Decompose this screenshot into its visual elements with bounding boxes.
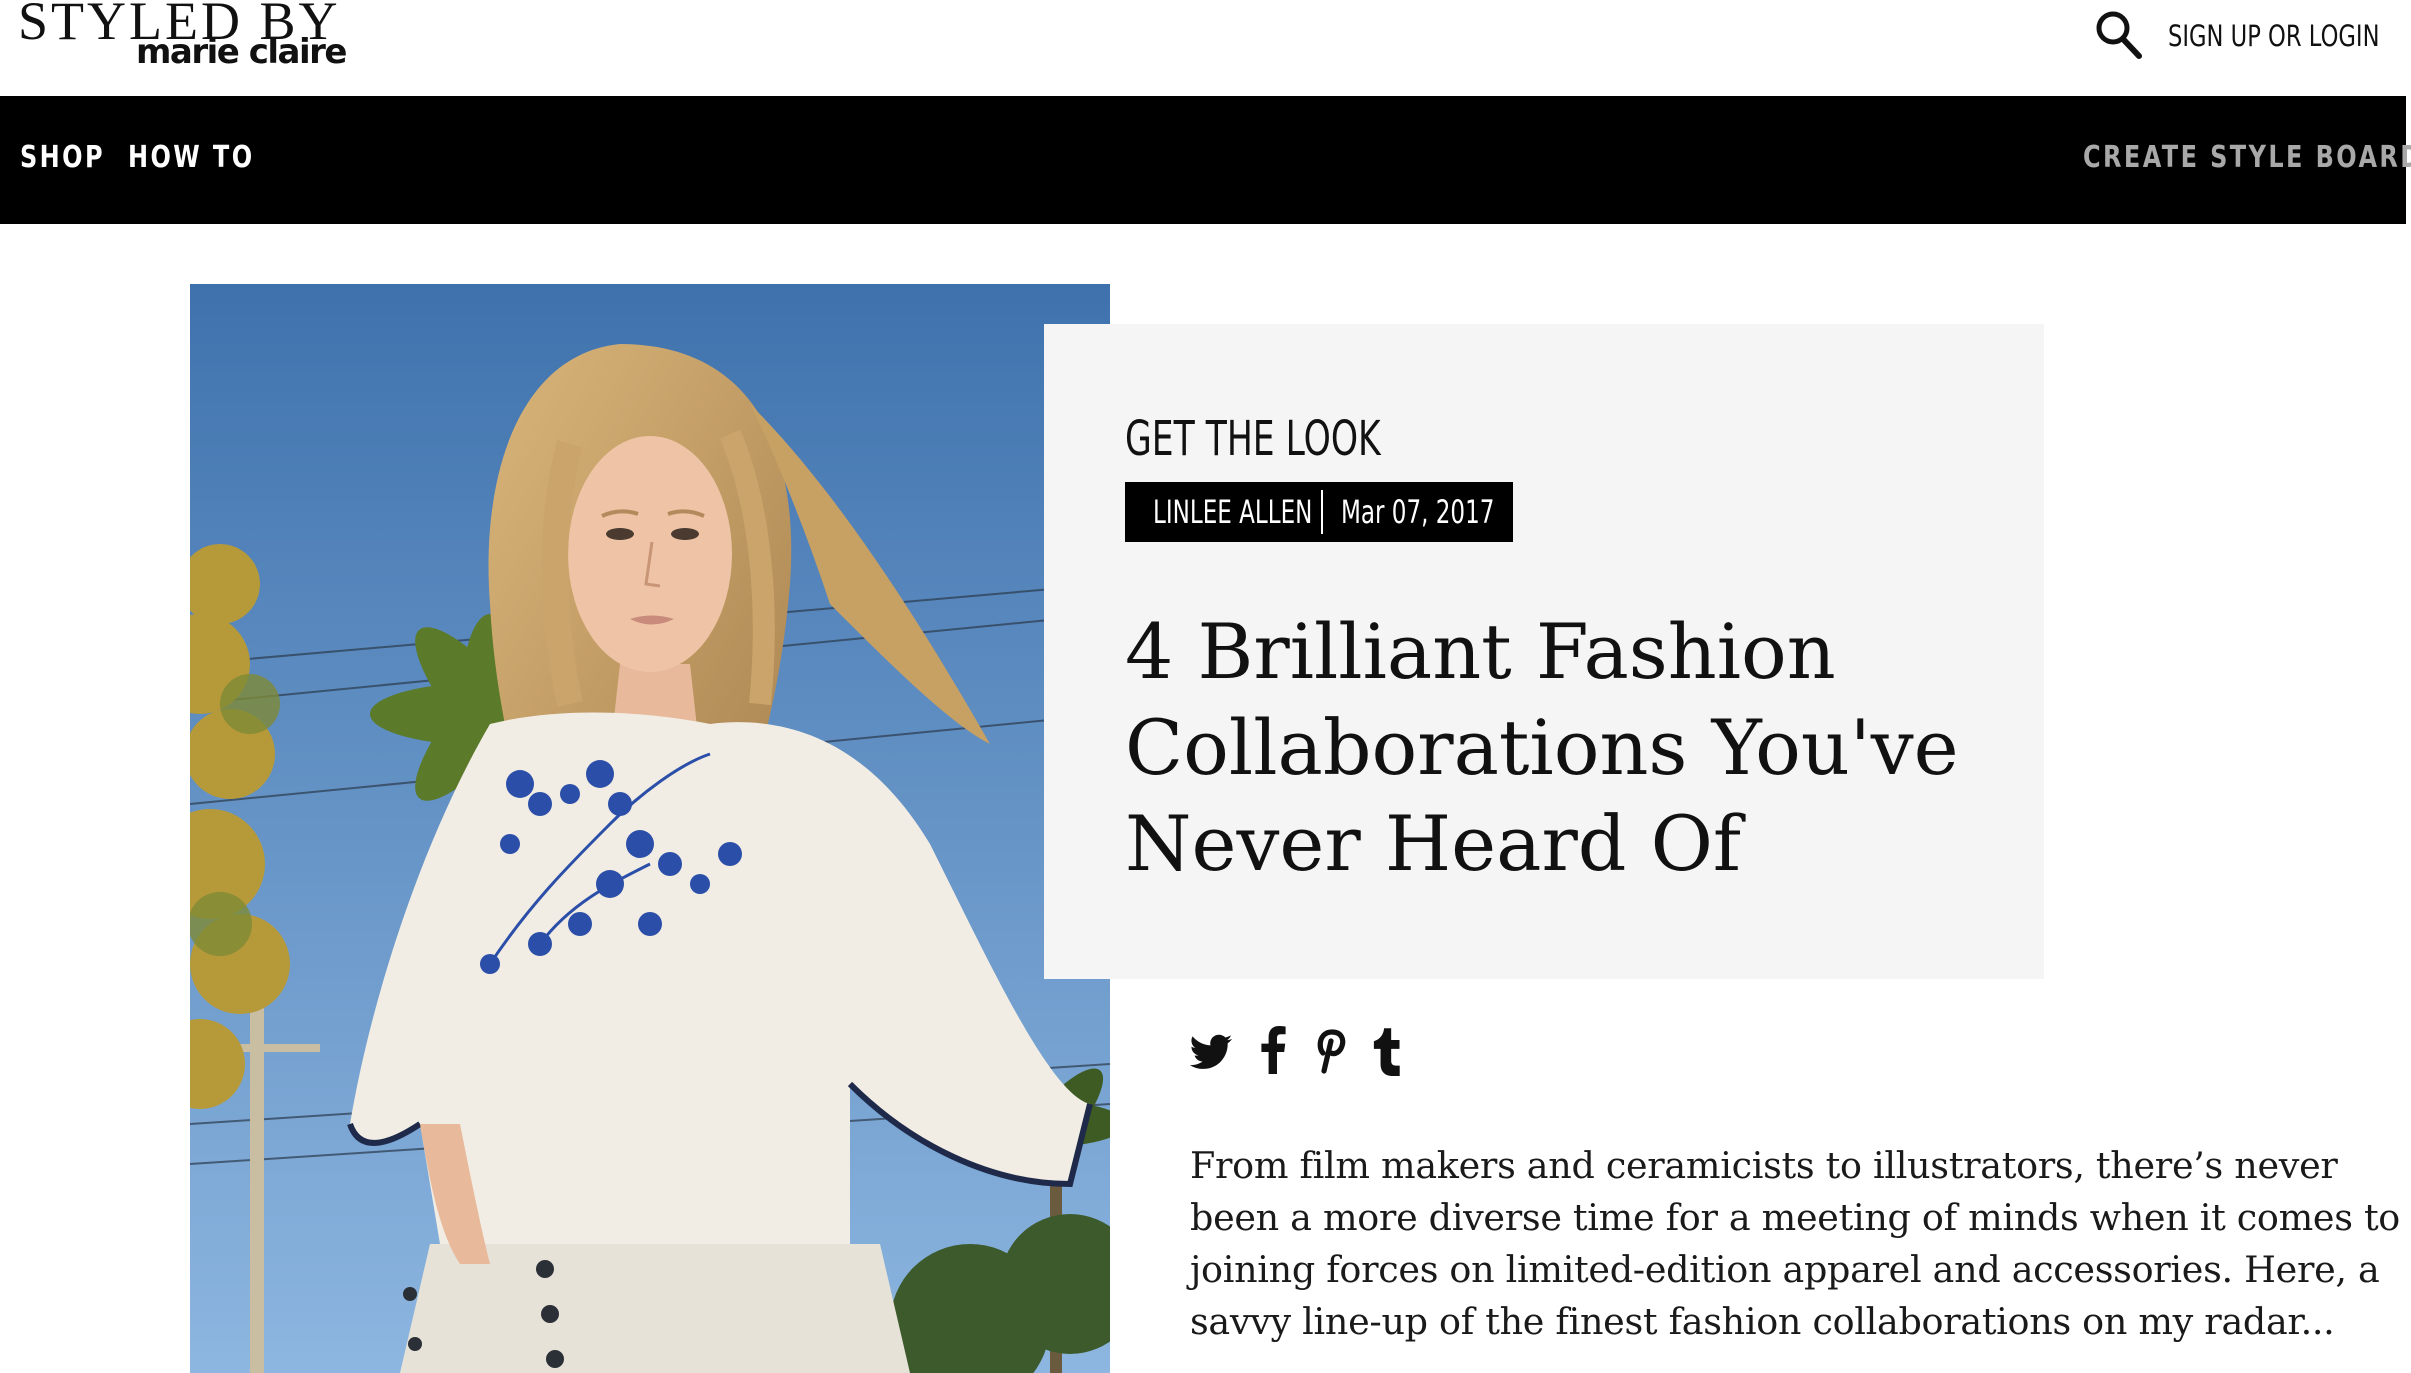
- article-byline: LINLEE ALLEN Mar 07, 2017: [1125, 482, 1513, 542]
- site-header: STYLED BY marie claire SIGN UP OR LOGIN: [0, 0, 2411, 96]
- site-logo[interactable]: STYLED BY marie claire: [18, 0, 347, 84]
- sign-up-or-login-link[interactable]: SIGN UP OR LOGIN: [2168, 14, 2379, 58]
- facebook-icon[interactable]: [1258, 1026, 1288, 1074]
- logo-marie-claire: marie claire: [136, 32, 347, 72]
- author-link[interactable]: LINLEE ALLEN: [1153, 490, 1312, 534]
- main-nav: SHOP HOW TO CREATE STYLE BOARD: [0, 96, 2411, 224]
- article-title-card: GET THE LOOK LINLEE ALLEN Mar 07, 2017 4…: [1044, 324, 2044, 979]
- byline-divider: [1321, 490, 1323, 534]
- article-title: 4 Brilliant Fashion Collaborations You'v…: [1125, 607, 1959, 888]
- article-category[interactable]: GET THE LOOK: [1125, 410, 1381, 468]
- nav-item-how-to[interactable]: HOW TO: [128, 136, 255, 180]
- article-intro: From film makers and ceramicists to illu…: [1190, 1144, 2400, 1343]
- tumblr-icon[interactable]: [1372, 1026, 1402, 1076]
- create-style-board-link[interactable]: CREATE STYLE BOARD: [2083, 136, 2411, 180]
- article-date: Mar 07, 2017: [1341, 493, 1495, 531]
- pinterest-icon[interactable]: [1312, 1026, 1348, 1074]
- article-hero-image: [190, 284, 1110, 1373]
- twitter-icon[interactable]: [1188, 1030, 1234, 1076]
- hero-photo: [190, 284, 1110, 1373]
- nav-item-shop[interactable]: SHOP: [20, 136, 105, 180]
- search-icon[interactable]: [2094, 8, 2144, 62]
